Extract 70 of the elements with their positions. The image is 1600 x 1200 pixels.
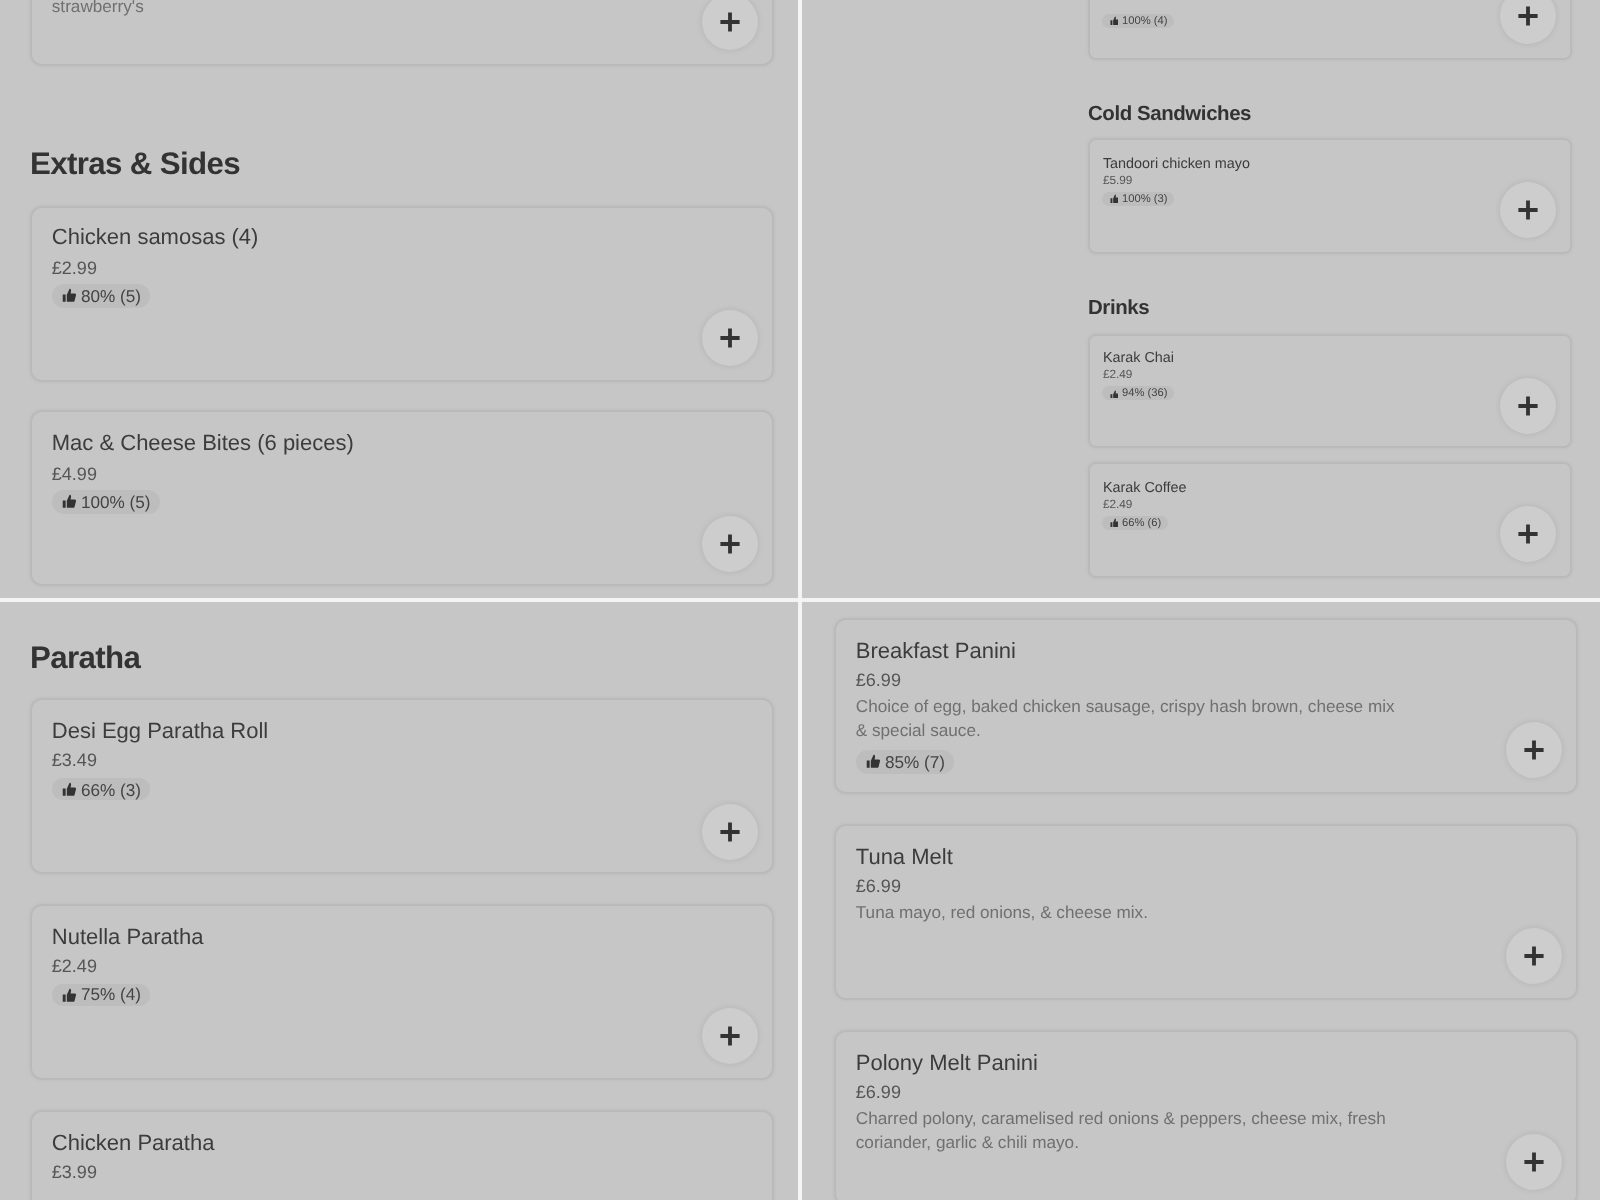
item-price: £2.49 <box>51 956 97 977</box>
add-button[interactable] <box>1506 928 1563 985</box>
thumbs-up-icon <box>1109 16 1119 27</box>
rating-text: 80% (5) <box>80 285 141 306</box>
rating-text: 85% (7) <box>884 751 945 772</box>
rating-text: 100% (5) <box>80 491 151 512</box>
menu-item-card[interactable]: Tuna Melt £6.99 Tuna mayo, red onions, & cheese mix. <box>834 823 1578 1000</box>
menu-item-card[interactable]: Nutella Paratha £2.49 75% (4) <box>30 904 774 1081</box>
add-button[interactable] <box>702 0 759 51</box>
item-price: £2.99 <box>51 257 97 278</box>
plus-icon <box>1516 522 1541 547</box>
item-description: Tuna mayo, red onions, & cheese mix. <box>855 902 1148 926</box>
item-name: Nutella Paratha <box>51 925 204 950</box>
item-price: £3.49 <box>51 750 97 771</box>
item-price: £6.99 <box>855 670 901 691</box>
add-button[interactable] <box>702 515 759 572</box>
plus-icon <box>718 819 743 844</box>
plus-icon <box>1522 738 1547 763</box>
menu-item-card[interactable]: Chicken samosas (4) £2.99 80% (5) <box>30 205 774 382</box>
add-button[interactable] <box>1500 182 1557 239</box>
item-name: Breakfast Panini <box>855 639 1016 664</box>
plus-icon <box>1522 944 1547 969</box>
item-name: Polony Melt Panini <box>855 1051 1038 1076</box>
section-heading: Extras & Sides <box>30 148 242 185</box>
rating-text: 66% (3) <box>80 779 141 799</box>
thumbs-up-icon <box>1109 518 1119 529</box>
plus-icon <box>1522 1150 1547 1175</box>
plus-icon <box>718 325 743 350</box>
thumbs-up-icon <box>61 987 76 1002</box>
menu-item-card[interactable]: Mac & Cheese Bites (6 pieces) £4.99 100% (5) <box>30 410 774 587</box>
item-description: Charred polony, caramelised red onions & peppers, cheese mix, fresh coriander, garlic & chili mayo. <box>855 1108 1388 1155</box>
item-price: £6.99 <box>855 876 901 897</box>
thumbs-up-icon <box>61 288 76 304</box>
add-button[interactable] <box>702 309 759 366</box>
item-description: strawberry's <box>51 0 144 20</box>
menu-item-card[interactable]: Desi Egg Paratha Roll £3.49 66% (3) <box>30 698 774 875</box>
menu-item-card[interactable]: Breakfast Panini £6.99 Choice of egg, baked chicken sausage, crispy hash brown, cheese mix & special sauce. 85% (7) <box>834 618 1578 794</box>
item-description: Choice of egg, baked chicken sausage, crispy hash brown, cheese mix & special sauce. <box>855 696 1397 744</box>
thumbs-up-icon <box>61 494 76 509</box>
plus-icon <box>1516 198 1541 223</box>
item-name: Chicken samosas (4) <box>51 226 259 251</box>
item-price: £3.99 <box>51 1162 97 1183</box>
add-button[interactable] <box>1500 0 1557 44</box>
add-button[interactable] <box>702 1008 759 1065</box>
rating-text: 75% (4) <box>80 984 141 1005</box>
thumbs-up-icon <box>865 754 880 769</box>
section-heading: Paratha <box>30 642 143 678</box>
section-heading: Cold Sandwiches <box>1088 104 1254 127</box>
section-heading: Drinks <box>1088 298 1152 321</box>
add-button[interactable] <box>1506 1134 1563 1191</box>
plus-icon <box>1516 393 1541 417</box>
plus-icon <box>718 10 743 35</box>
add-button[interactable] <box>702 803 759 860</box>
add-button[interactable] <box>1506 722 1563 779</box>
plus-icon <box>718 1024 743 1049</box>
menu-item-card[interactable]: Chicken Paratha £3.99 <box>30 1109 774 1200</box>
item-price: £6.99 <box>855 1081 901 1102</box>
add-button[interactable] <box>1500 377 1557 433</box>
item-name: Chicken Paratha <box>51 1131 215 1156</box>
item-name: Tuna Melt <box>855 845 953 870</box>
thumbs-up-icon <box>1109 389 1119 399</box>
item-name: Desi Egg Paratha Roll <box>51 720 269 745</box>
add-button[interactable] <box>1500 506 1557 563</box>
plus-icon <box>1516 3 1541 28</box>
item-name: Mac & Cheese Bites (6 pieces) <box>51 432 354 457</box>
item-price: £4.99 <box>51 463 97 484</box>
plus-icon <box>718 531 743 556</box>
thumbs-up-icon <box>61 781 76 797</box>
menu-item-card[interactable]: Polony Melt Panini £6.99 Charred polony, caramelised red onions & peppers, cheese mix, fresh coriander, garlic & chili mayo. <box>834 1029 1578 1200</box>
thumbs-up-icon <box>1109 194 1119 204</box>
